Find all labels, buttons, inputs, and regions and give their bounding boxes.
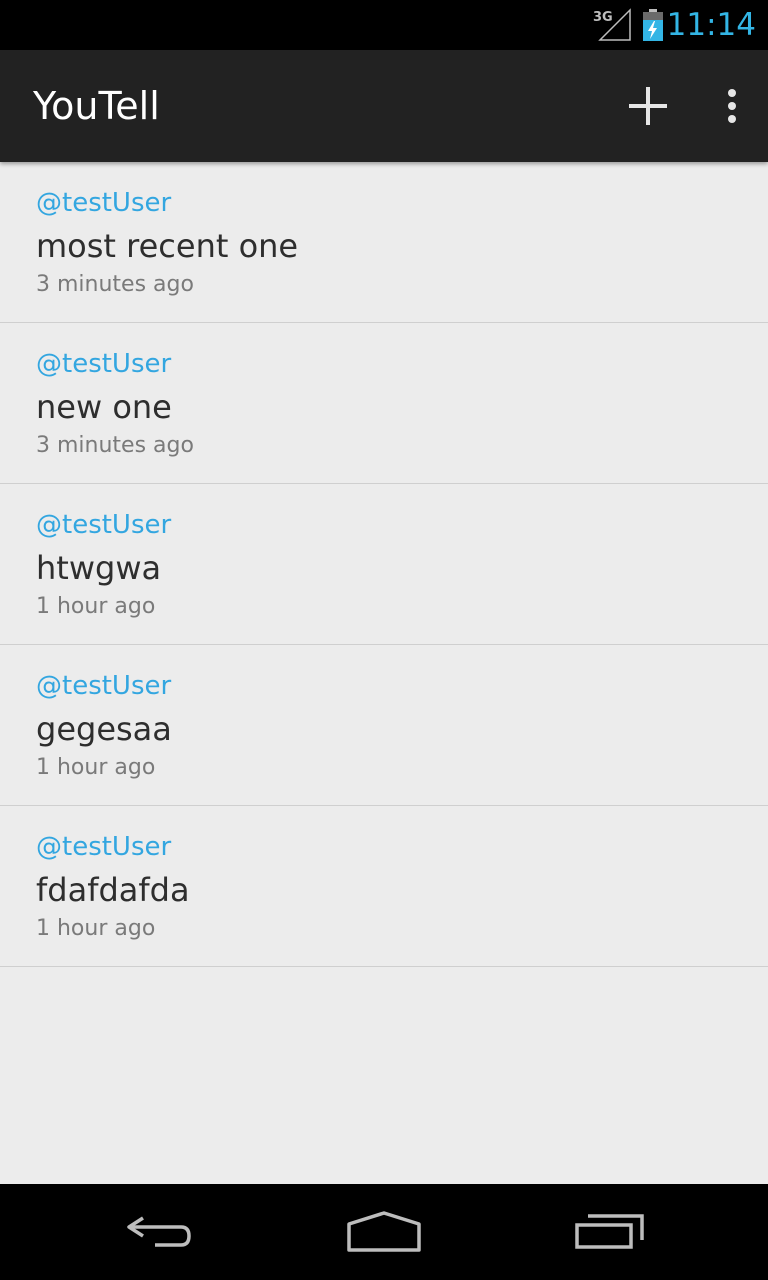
post-username: @testUser <box>36 671 172 701</box>
network-type-label: 3G <box>593 10 613 25</box>
list-item[interactable]: @testUser fdafdafda 1 hour ago <box>0 806 768 967</box>
status-bar: 3G 11:14 <box>0 0 768 50</box>
list-item[interactable]: @testUser htwgwa 1 hour ago <box>0 484 768 645</box>
action-bar: YouTell <box>0 50 768 162</box>
post-message: gegesaa <box>36 710 172 748</box>
signal-3g-icon: 3G <box>592 8 632 42</box>
post-message: new one <box>36 388 172 426</box>
post-timestamp: 1 hour ago <box>36 594 156 619</box>
post-username: @testUser <box>36 510 172 540</box>
list-item[interactable]: @testUser most recent one 3 minutes ago <box>0 162 768 323</box>
home-icon <box>347 1211 421 1252</box>
list-item[interactable]: @testUser new one 3 minutes ago <box>0 323 768 484</box>
post-message: most recent one <box>36 227 299 265</box>
recents-button[interactable] <box>550 1184 670 1280</box>
post-timestamp: 1 hour ago <box>36 755 156 780</box>
post-timestamp: 3 minutes ago <box>36 272 194 297</box>
plus-icon <box>629 87 667 125</box>
app-title: YouTell <box>33 84 160 128</box>
overflow-menu-icon <box>728 89 736 123</box>
status-clock: 11:14 <box>666 7 756 43</box>
post-timestamp: 1 hour ago <box>36 916 156 941</box>
post-message: htwgwa <box>36 549 162 587</box>
list-item[interactable]: @testUser gegesaa 1 hour ago <box>0 645 768 806</box>
post-username: @testUser <box>36 832 172 862</box>
post-message: fdafdafda <box>36 871 190 909</box>
overflow-menu-button[interactable] <box>706 66 758 146</box>
post-timestamp: 3 minutes ago <box>36 433 194 458</box>
add-post-button[interactable] <box>608 66 688 146</box>
recents-icon <box>575 1214 644 1249</box>
back-icon <box>127 1216 191 1247</box>
post-list: @testUser most recent one 3 minutes ago … <box>0 162 768 967</box>
back-button[interactable] <box>100 1184 220 1280</box>
post-username: @testUser <box>36 349 172 379</box>
navigation-bar <box>0 1184 768 1280</box>
battery-charging-icon <box>641 9 665 41</box>
post-username: @testUser <box>36 188 172 218</box>
home-button[interactable] <box>324 1184 444 1280</box>
